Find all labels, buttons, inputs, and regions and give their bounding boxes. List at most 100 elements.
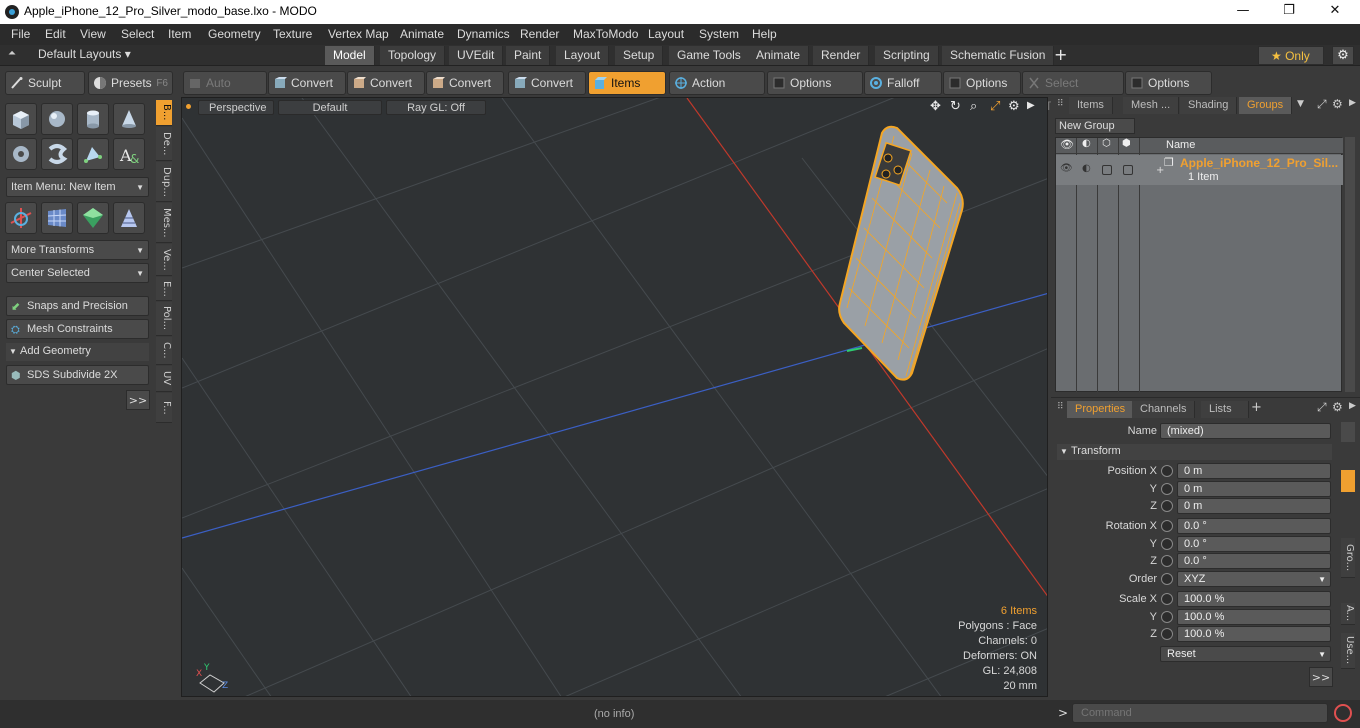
menu-item[interactable]: Item bbox=[168, 27, 191, 41]
panel-menu-icon[interactable]: ▶ bbox=[1349, 401, 1356, 411]
grid-tool-button[interactable] bbox=[41, 202, 73, 234]
vtab-polygon[interactable]: Pol... bbox=[156, 302, 172, 336]
options-button-1[interactable]: Options bbox=[767, 71, 863, 95]
panel-grip-icon[interactable]: ⠿ bbox=[1057, 99, 1067, 109]
panel-gear-icon[interactable]: ⚙ bbox=[1332, 97, 1343, 111]
position-x-key[interactable] bbox=[1161, 465, 1173, 477]
default-layouts-dropdown[interactable]: Default Layouts ▾ bbox=[38, 47, 131, 61]
vtab-curve[interactable]: C... bbox=[156, 337, 172, 365]
scale-x-key[interactable] bbox=[1161, 593, 1173, 605]
menu-edit[interactable]: Edit bbox=[45, 27, 66, 41]
tab-shading[interactable]: Shading bbox=[1180, 97, 1238, 114]
menu-render[interactable]: Render bbox=[520, 27, 559, 41]
tab-lists[interactable]: Lists bbox=[1201, 401, 1249, 418]
viewport-expand-icon[interactable]: ▶ bbox=[1027, 100, 1035, 111]
position-z-field[interactable]: 0 m bbox=[1177, 498, 1331, 514]
vtab-duplicate[interactable]: Dup... bbox=[156, 162, 172, 202]
sculpt-button[interactable]: Sculpt bbox=[5, 71, 85, 95]
vtab-item-props[interactable] bbox=[1341, 470, 1355, 492]
menu-maxtomodo[interactable]: MaxToModo bbox=[573, 27, 638, 41]
maximize-button[interactable]: ❐ bbox=[1266, 0, 1312, 24]
convert-materials-button[interactable]: Convert bbox=[508, 71, 586, 95]
groups-scrollbar[interactable] bbox=[1345, 137, 1355, 392]
select-through-button[interactable]: Select Through bbox=[1022, 71, 1124, 113]
command-input[interactable] bbox=[1072, 703, 1328, 723]
vtab-uv[interactable]: UV bbox=[156, 366, 172, 392]
scale-y-key[interactable] bbox=[1161, 611, 1173, 623]
order-key[interactable] bbox=[1161, 573, 1173, 585]
panel-expand-icon[interactable]: ⤢ bbox=[1317, 400, 1327, 415]
tab-render[interactable]: Render bbox=[813, 46, 870, 65]
options-button-3[interactable]: Options bbox=[1125, 71, 1212, 95]
mesh-constraints-button[interactable]: ⛭ Mesh Constraints bbox=[6, 319, 149, 339]
row-render-icon[interactable]: ◐ bbox=[1082, 163, 1091, 174]
rotation-x-field[interactable]: 0.0 ° bbox=[1177, 518, 1331, 534]
presets-button[interactable]: Presets F6 bbox=[88, 71, 173, 95]
more-transforms-dropdown[interactable]: More Transforms ▼ bbox=[6, 240, 149, 260]
torus-primitive-button[interactable] bbox=[5, 138, 37, 170]
panel-expand-icon[interactable]: ⤢ bbox=[1317, 97, 1327, 112]
tab-uvedit[interactable]: UVEdit bbox=[449, 46, 504, 65]
menu-view[interactable]: View bbox=[80, 27, 106, 41]
viewport-gear-icon[interactable]: ⚙ bbox=[1008, 99, 1020, 114]
props-scroll-up[interactable] bbox=[1341, 422, 1355, 442]
position-y-field[interactable]: 0 m bbox=[1177, 481, 1331, 497]
menu-layout[interactable]: Layout bbox=[648, 27, 684, 41]
options-button-2[interactable]: Options bbox=[943, 71, 1021, 95]
menu-system[interactable]: System bbox=[699, 27, 739, 41]
only-toggle[interactable]: ★ Only bbox=[1258, 46, 1324, 65]
minimize-button[interactable]: — bbox=[1220, 0, 1266, 24]
center-selected-dropdown[interactable]: Center Selected ▼ bbox=[6, 263, 149, 283]
rotation-z-key[interactable] bbox=[1161, 555, 1173, 567]
ray-gl-button[interactable]: Ray GL: Off bbox=[386, 100, 486, 115]
transform-tool-button[interactable] bbox=[5, 202, 37, 234]
3d-viewport[interactable]: X Y Z Perspective Default Ray GL: Off ✥ … bbox=[181, 97, 1048, 697]
tab-scripting[interactable]: Scripting bbox=[875, 46, 939, 65]
more-tools-button[interactable]: >> bbox=[126, 390, 150, 410]
row-visibility-icon[interactable]: 👁 bbox=[1060, 163, 1073, 174]
falloff-button[interactable]: Falloff bbox=[864, 71, 942, 95]
position-x-field[interactable]: 0 m bbox=[1177, 463, 1331, 479]
menu-geometry[interactable]: Geometry bbox=[208, 27, 261, 41]
convert-polygons-button[interactable]: Convert bbox=[426, 71, 504, 95]
viewport-menu-dot[interactable] bbox=[186, 104, 191, 109]
rotation-y-field[interactable]: 0.0 ° bbox=[1177, 536, 1331, 552]
tab-model[interactable]: Model bbox=[325, 46, 375, 65]
menu-texture[interactable]: Texture bbox=[273, 27, 312, 41]
vtab-groups[interactable]: Gro... bbox=[1341, 538, 1355, 578]
fit-view-icon[interactable]: ⤢ bbox=[990, 99, 1000, 114]
more-properties-button[interactable]: >> bbox=[1309, 667, 1333, 687]
convert-edges-button[interactable]: Convert bbox=[347, 71, 425, 95]
falloff-tool-button[interactable] bbox=[113, 202, 145, 234]
snaps-precision-button[interactable]: ⬋ Snaps and Precision bbox=[6, 296, 149, 316]
pen-tool-button[interactable] bbox=[77, 138, 109, 170]
panel-menu-icon[interactable]: ▶ bbox=[1349, 98, 1356, 108]
tab-game-tools[interactable]: Game Tools bbox=[669, 46, 750, 65]
convert-vertices-button[interactable]: Convert bbox=[268, 71, 346, 95]
menu-vertex-map[interactable]: Vertex Map bbox=[328, 27, 389, 41]
menu-file[interactable]: File bbox=[11, 27, 30, 41]
tab-schematic-fusion[interactable]: Schematic Fusion bbox=[942, 46, 1055, 65]
tab-properties[interactable]: Properties bbox=[1067, 401, 1135, 418]
order-dropdown[interactable]: XYZ ▼ bbox=[1177, 571, 1331, 587]
reset-dropdown[interactable]: Reset ▼ bbox=[1160, 646, 1331, 662]
record-icon[interactable] bbox=[1334, 704, 1352, 722]
vtab-a[interactable]: A... bbox=[1341, 603, 1355, 625]
rotation-z-field[interactable]: 0.0 ° bbox=[1177, 553, 1331, 569]
rotate-view-icon[interactable]: ↻ bbox=[950, 99, 961, 114]
tab-channels[interactable]: Channels bbox=[1132, 401, 1196, 418]
layout-collapse-icon[interactable]: ⏶ bbox=[8, 48, 22, 62]
panel-gear-icon[interactable]: ⚙ bbox=[1332, 400, 1343, 414]
vtab-deform[interactable]: De... bbox=[156, 127, 172, 161]
tab-paint[interactable]: Paint bbox=[506, 46, 551, 65]
capsule-primitive-button[interactable] bbox=[41, 138, 73, 170]
sphere-primitive-button[interactable] bbox=[41, 103, 73, 135]
name-field[interactable]: (mixed) bbox=[1160, 423, 1331, 439]
pan-icon[interactable]: ✥ bbox=[930, 99, 941, 114]
rotation-x-key[interactable] bbox=[1161, 520, 1173, 532]
tab-layout[interactable]: Layout bbox=[556, 46, 610, 65]
add-tab-button[interactable]: + bbox=[1251, 400, 1262, 415]
add-geometry-section[interactable]: ▼ Add Geometry bbox=[6, 343, 149, 361]
cone-primitive-button[interactable] bbox=[113, 103, 145, 135]
zoom-icon[interactable]: ⌕ bbox=[970, 99, 977, 114]
